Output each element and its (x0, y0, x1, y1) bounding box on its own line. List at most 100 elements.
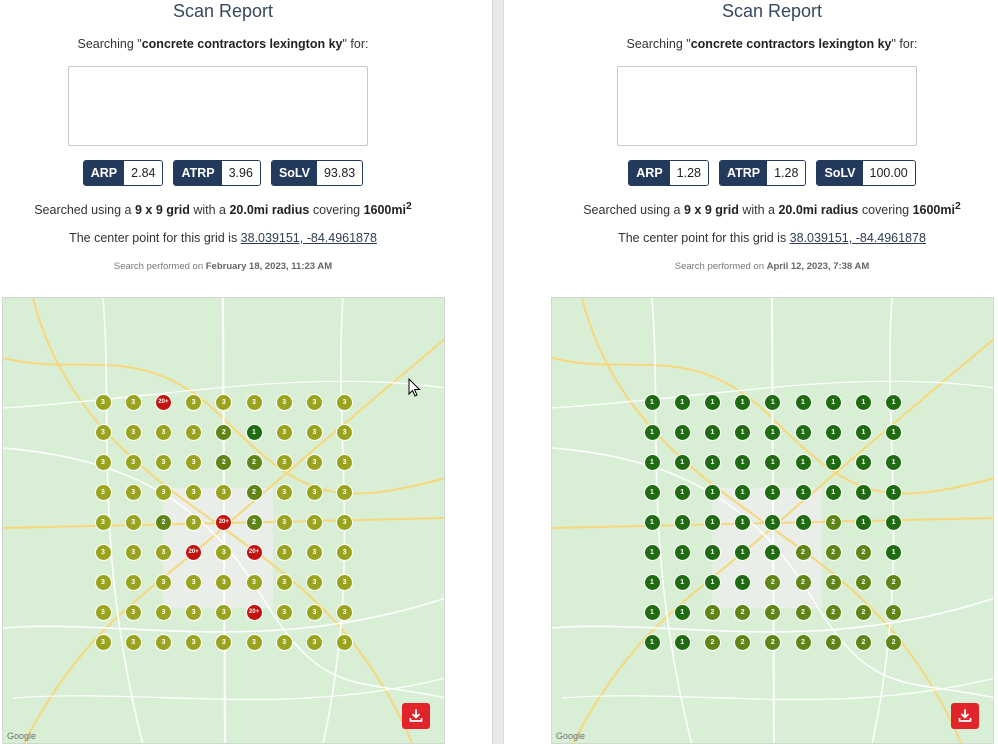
rank-pin[interactable]: 3 (305, 393, 323, 411)
rank-pin[interactable]: 3 (245, 573, 263, 591)
rank-pin[interactable]: 1 (854, 453, 872, 471)
rank-pin[interactable]: 1 (764, 513, 782, 531)
rank-pin[interactable]: 1 (643, 633, 661, 651)
rank-pin[interactable]: 1 (643, 453, 661, 471)
rank-pin[interactable]: 2 (764, 633, 782, 651)
rank-pin[interactable]: 3 (185, 423, 203, 441)
center-coordinates-link[interactable]: 38.039151, -84.4961878 (790, 231, 926, 245)
rank-pin[interactable]: 1 (764, 423, 782, 441)
rank-pin[interactable]: 1 (673, 603, 691, 621)
rank-pin[interactable]: 2 (764, 573, 782, 591)
rank-pin[interactable]: 20+ (245, 543, 263, 561)
rank-pin[interactable]: 1 (764, 543, 782, 561)
rank-pin[interactable]: 1 (734, 543, 752, 561)
rank-pin[interactable]: 1 (824, 453, 842, 471)
rank-pin[interactable]: 3 (305, 513, 323, 531)
rank-pin[interactable]: 1 (824, 483, 842, 501)
rank-pin[interactable]: 3 (336, 633, 354, 651)
rank-pin[interactable]: 2 (245, 453, 263, 471)
rank-pin[interactable]: 3 (94, 633, 112, 651)
rank-pin[interactable]: 2 (885, 573, 903, 591)
rank-pin[interactable]: 1 (734, 573, 752, 591)
rank-pin[interactable]: 2 (245, 513, 263, 531)
rank-pin[interactable]: 1 (885, 393, 903, 411)
rank-pin[interactable]: 3 (94, 423, 112, 441)
rank-pin[interactable]: 3 (275, 513, 293, 531)
rank-pin[interactable]: 1 (673, 393, 691, 411)
rank-pin[interactable]: 1 (854, 423, 872, 441)
rank-pin[interactable]: 3 (185, 513, 203, 531)
rank-pin[interactable]: 3 (185, 603, 203, 621)
rank-pin[interactable]: 1 (673, 513, 691, 531)
rank-pin[interactable]: 1 (703, 543, 721, 561)
rank-pin[interactable]: 1 (734, 453, 752, 471)
rank-pin[interactable]: 2 (854, 543, 872, 561)
rank-pin[interactable]: 2 (245, 483, 263, 501)
rank-pin[interactable]: 1 (854, 483, 872, 501)
rank-pin[interactable]: 3 (185, 633, 203, 651)
rank-pin[interactable]: 2 (154, 513, 172, 531)
rank-pin[interactable]: 2 (215, 423, 233, 441)
rank-pin[interactable]: 3 (275, 543, 293, 561)
rank-pin[interactable]: 3 (124, 423, 142, 441)
rank-pin[interactable]: 2 (215, 453, 233, 471)
rank-pin[interactable]: 1 (643, 573, 661, 591)
rank-pin[interactable]: 3 (336, 453, 354, 471)
rank-pin[interactable]: 2 (885, 603, 903, 621)
rank-pin[interactable]: 1 (885, 483, 903, 501)
rank-pin[interactable]: 3 (275, 393, 293, 411)
rank-pin[interactable]: 3 (305, 573, 323, 591)
rank-pin[interactable]: 1 (673, 543, 691, 561)
rank-pin[interactable]: 1 (703, 423, 721, 441)
rank-pin[interactable]: 1 (643, 393, 661, 411)
rank-pin[interactable]: 1 (643, 483, 661, 501)
rank-pin[interactable]: 3 (245, 633, 263, 651)
rank-pin[interactable]: 1 (885, 423, 903, 441)
rank-pin[interactable]: 1 (854, 393, 872, 411)
rank-pin[interactable]: 3 (305, 423, 323, 441)
rank-pin[interactable]: 2 (734, 603, 752, 621)
rank-pin[interactable]: 3 (336, 543, 354, 561)
rank-pin[interactable]: 3 (94, 573, 112, 591)
rank-pin[interactable]: 3 (215, 633, 233, 651)
rank-pin[interactable]: 3 (154, 423, 172, 441)
rank-pin[interactable]: 3 (154, 633, 172, 651)
rank-pin[interactable]: 1 (824, 393, 842, 411)
rank-pin[interactable]: 1 (885, 453, 903, 471)
rank-pin[interactable]: 1 (734, 513, 752, 531)
rank-pin[interactable]: 1 (703, 393, 721, 411)
download-button[interactable] (951, 703, 979, 729)
rank-pin[interactable]: 1 (703, 573, 721, 591)
rank-pin[interactable]: 3 (305, 453, 323, 471)
rank-pin[interactable]: 3 (305, 603, 323, 621)
rank-pin[interactable]: 1 (673, 633, 691, 651)
rank-pin[interactable]: 3 (336, 573, 354, 591)
rank-pin[interactable]: 1 (643, 423, 661, 441)
rank-pin[interactable]: 3 (275, 423, 293, 441)
rank-pin[interactable]: 2 (824, 603, 842, 621)
rank-grid-map[interactable]: 1111111111111111111111111111111111111111… (551, 297, 994, 744)
rank-pin[interactable]: 3 (245, 393, 263, 411)
rank-pin[interactable]: 1 (673, 573, 691, 591)
rank-pin[interactable]: 20+ (245, 603, 263, 621)
download-button[interactable] (402, 703, 430, 729)
rank-pin[interactable]: 3 (124, 513, 142, 531)
rank-pin[interactable]: 3 (305, 543, 323, 561)
rank-pin[interactable]: 1 (703, 453, 721, 471)
rank-pin[interactable]: 3 (336, 483, 354, 501)
rank-pin[interactable]: 3 (154, 603, 172, 621)
rank-pin[interactable]: 3 (215, 603, 233, 621)
rank-pin[interactable]: 1 (794, 423, 812, 441)
rank-pin[interactable]: 1 (673, 483, 691, 501)
rank-pin[interactable]: 3 (305, 483, 323, 501)
rank-pin[interactable]: 3 (124, 603, 142, 621)
rank-pin[interactable]: 2 (854, 633, 872, 651)
rank-pin[interactable]: 3 (124, 633, 142, 651)
rank-pin[interactable]: 1 (643, 543, 661, 561)
rank-pin[interactable]: 3 (154, 453, 172, 471)
rank-pin[interactable]: 3 (215, 393, 233, 411)
rank-pin[interactable]: 1 (643, 603, 661, 621)
rank-pin[interactable]: 3 (124, 543, 142, 561)
rank-pin[interactable]: 3 (94, 513, 112, 531)
rank-pin[interactable]: 2 (703, 603, 721, 621)
